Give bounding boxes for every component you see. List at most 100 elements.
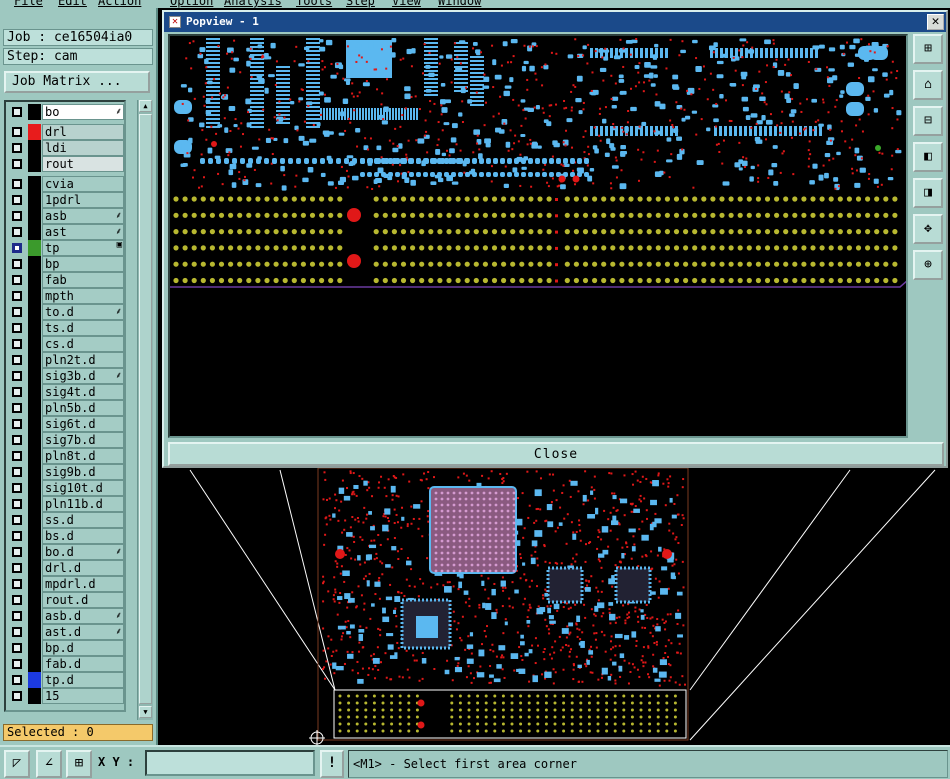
layer-name[interactable]: cs.d bbox=[42, 336, 124, 352]
layer-color-swatch[interactable] bbox=[28, 256, 41, 272]
layer-checkbox[interactable] bbox=[12, 371, 22, 381]
layer-color-swatch[interactable] bbox=[28, 140, 41, 156]
layer-checkbox[interactable] bbox=[12, 211, 22, 221]
scroll-thumb[interactable] bbox=[139, 114, 152, 704]
layer-row[interactable]: sig6t.d bbox=[6, 416, 124, 432]
layer-row[interactable]: bp.d bbox=[6, 640, 124, 656]
layer-row[interactable]: bo ⸙ bbox=[6, 104, 124, 120]
zoom-out-icon[interactable]: ⊟ bbox=[913, 106, 943, 136]
layer-name[interactable]: tp bbox=[42, 240, 124, 256]
layer-row[interactable]: to.d ⸙ bbox=[6, 304, 124, 320]
layer-row[interactable]: mpth bbox=[6, 288, 124, 304]
layer-row[interactable]: rout bbox=[6, 156, 124, 172]
layer-checkbox[interactable] bbox=[12, 675, 22, 685]
layer-color-swatch[interactable] bbox=[28, 592, 41, 608]
layer-checkbox[interactable] bbox=[12, 419, 22, 429]
layer-checkbox[interactable] bbox=[12, 291, 22, 301]
layer-checkbox[interactable] bbox=[12, 127, 22, 137]
layer-name[interactable]: 15 bbox=[42, 688, 124, 704]
layer-color-swatch[interactable] bbox=[28, 104, 41, 120]
layer-checkbox[interactable] bbox=[12, 547, 22, 557]
menu-file[interactable]: File bbox=[14, 0, 43, 8]
layer-checkbox[interactable] bbox=[12, 467, 22, 477]
layer-name[interactable]: bp bbox=[42, 256, 124, 272]
layer-checkbox[interactable] bbox=[12, 563, 22, 573]
layer-name[interactable]: asb bbox=[42, 208, 124, 224]
layer-name[interactable]: sig9b.d bbox=[42, 464, 124, 480]
layer-color-swatch[interactable] bbox=[28, 124, 41, 140]
layer-checkbox[interactable] bbox=[12, 243, 22, 253]
layer-checkbox[interactable] bbox=[12, 659, 22, 669]
job-matrix-button[interactable]: Job Matrix ... bbox=[4, 71, 150, 93]
layer-name[interactable]: pln11b.d bbox=[42, 496, 124, 512]
layer-checkbox[interactable] bbox=[12, 499, 22, 509]
pan-icon[interactable]: ⊕ bbox=[913, 250, 943, 280]
layer-color-swatch[interactable] bbox=[28, 544, 41, 560]
layer-row[interactable]: ldi bbox=[6, 140, 124, 156]
layer-color-swatch[interactable] bbox=[28, 672, 41, 688]
layer-checkbox[interactable] bbox=[12, 595, 22, 605]
layer-row[interactable]: fab bbox=[6, 272, 124, 288]
layer-color-swatch[interactable] bbox=[28, 512, 41, 528]
menu-tools[interactable]: Tools bbox=[296, 0, 332, 8]
layer-checkbox[interactable] bbox=[12, 627, 22, 637]
layer-color-swatch[interactable] bbox=[28, 464, 41, 480]
layer-name[interactable]: rout.d bbox=[42, 592, 124, 608]
layer-row[interactable]: bs.d bbox=[6, 528, 124, 544]
layer-color-swatch[interactable] bbox=[28, 448, 41, 464]
layer-row[interactable]: bp bbox=[6, 256, 124, 272]
layer-color-swatch[interactable] bbox=[28, 608, 41, 624]
layer-checkbox[interactable] bbox=[12, 107, 22, 117]
menu-window[interactable]: Window bbox=[438, 0, 481, 8]
layer-checkbox[interactable] bbox=[12, 227, 22, 237]
popview-canvas[interactable] bbox=[168, 34, 908, 438]
layer-checkbox[interactable] bbox=[12, 643, 22, 653]
layer-checkbox[interactable] bbox=[12, 403, 22, 413]
layer-name[interactable]: mpth bbox=[42, 288, 124, 304]
layer-name[interactable]: tp.d bbox=[42, 672, 124, 688]
xy-input[interactable] bbox=[145, 750, 315, 776]
layer-checkbox[interactable] bbox=[12, 579, 22, 589]
layer-name[interactable]: ts.d bbox=[42, 320, 124, 336]
layer-checkbox[interactable] bbox=[12, 435, 22, 445]
layer-color-swatch[interactable] bbox=[28, 224, 41, 240]
layer-color-swatch[interactable] bbox=[28, 208, 41, 224]
layer-color-swatch[interactable] bbox=[28, 368, 41, 384]
menu-option[interactable]: Option bbox=[170, 0, 213, 8]
layer-row[interactable]: sig7b.d bbox=[6, 432, 124, 448]
layer-name[interactable]: rout bbox=[42, 156, 124, 172]
layer-row[interactable]: drl.d bbox=[6, 560, 124, 576]
layer-name[interactable]: cvia bbox=[42, 176, 124, 192]
layer-color-swatch[interactable] bbox=[28, 304, 41, 320]
layer-checkbox[interactable] bbox=[12, 531, 22, 541]
layer-name[interactable]: sig6t.d bbox=[42, 416, 124, 432]
layer-checkbox[interactable] bbox=[12, 195, 22, 205]
layer-row[interactable]: ts.d bbox=[6, 320, 124, 336]
layer-row[interactable]: ast ⸙ bbox=[6, 224, 124, 240]
popview-titlebar[interactable]: ✕ Popview - 1 ✕ bbox=[164, 12, 946, 32]
layer-row[interactable]: mpdrl.d bbox=[6, 576, 124, 592]
layer-name[interactable]: drl bbox=[42, 124, 124, 140]
layer-row[interactable]: cvia bbox=[6, 176, 124, 192]
measure-icon[interactable]: ◸ bbox=[4, 750, 30, 778]
layer-row[interactable]: ss.d bbox=[6, 512, 124, 528]
warning-icon[interactable]: ! bbox=[320, 750, 344, 778]
layer-color-swatch[interactable] bbox=[28, 416, 41, 432]
layer-checkbox[interactable] bbox=[12, 323, 22, 333]
zoom-in-icon[interactable]: ⊞ bbox=[913, 34, 943, 64]
layer-color-swatch[interactable] bbox=[28, 336, 41, 352]
layer-row[interactable]: cs.d bbox=[6, 336, 124, 352]
layer-row[interactable]: pln8t.d bbox=[6, 448, 124, 464]
layer-checkbox[interactable] bbox=[12, 259, 22, 269]
layer-name[interactable]: ast.d bbox=[42, 624, 124, 640]
layer-color-swatch[interactable] bbox=[28, 480, 41, 496]
scroll-up-icon[interactable]: ▲ bbox=[139, 100, 152, 112]
layer-checkbox[interactable] bbox=[12, 159, 22, 169]
layer-color-swatch[interactable] bbox=[28, 560, 41, 576]
layer-checkbox[interactable] bbox=[12, 307, 22, 317]
layer-color-swatch[interactable] bbox=[28, 688, 41, 704]
back-icon[interactable]: ◧ bbox=[913, 142, 943, 172]
layer-row[interactable]: pln2t.d bbox=[6, 352, 124, 368]
layer-row[interactable]: bo.d ⸙ bbox=[6, 544, 124, 560]
home-icon[interactable]: ⌂ bbox=[913, 70, 943, 100]
